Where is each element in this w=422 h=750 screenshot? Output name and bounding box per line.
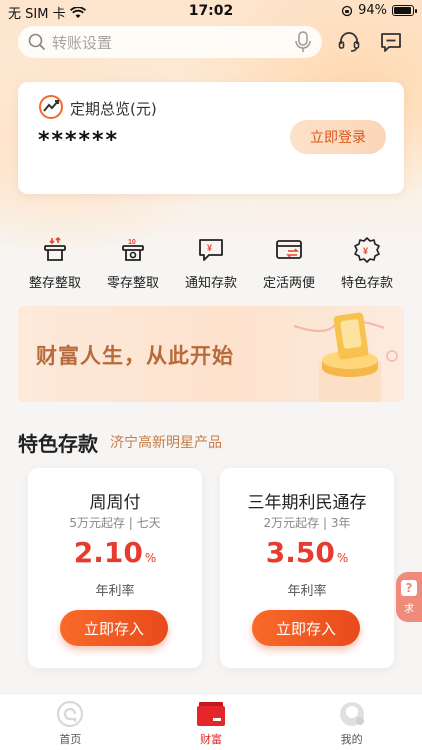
overview-title: 定期总览(元) <box>70 100 157 118</box>
svg-text:¥: ¥ <box>207 243 212 253</box>
status-bar: 无 SIM 卡 17:02 94% <box>0 0 422 24</box>
login-button[interactable]: 立即登录 <box>290 120 386 154</box>
rate-unit: % <box>144 551 157 565</box>
product-name: 三年期利民通存 <box>247 493 367 513</box>
battery-percent: 94% <box>358 3 387 18</box>
category-notice[interactable]: ¥ 通知存款 <box>174 236 248 291</box>
product-card[interactable]: 周周付 5万元起存 | 七天 2.10% 年利率 立即存入 <box>28 468 202 668</box>
floating-tab-label: 求 <box>404 603 414 615</box>
product-card[interactable]: 三年期利民通存 2万元起存 | 3年 3.50% 年利率 立即存入 <box>220 468 394 668</box>
category-featured[interactable]: ¥ 特色存款 <box>330 236 404 291</box>
category-installment[interactable]: 10 零存整取 <box>96 236 170 291</box>
battery-fill <box>394 7 411 14</box>
tab-label: 我的 <box>340 733 363 746</box>
search-placeholder: 转账设置 <box>52 33 113 52</box>
category-label: 定活两便 <box>262 276 315 291</box>
section-title: 特色存款 <box>18 432 98 456</box>
category-label: 零存整取 <box>106 276 159 291</box>
rate-value: 3.50 <box>265 536 335 569</box>
rate-label: 年利率 <box>95 584 135 599</box>
installment-deposit-icon: 10 <box>122 239 144 261</box>
category-label: 特色存款 <box>340 276 393 291</box>
category-flexible[interactable]: 定活两便 <box>252 236 326 291</box>
banner-text: 财富人生，从此开始 <box>36 344 234 368</box>
deposit-now-button[interactable]: 立即存入 <box>60 610 168 646</box>
tab-profile[interactable]: 我的 <box>281 694 422 750</box>
product-desc: 2万元起存 | 3年 <box>263 516 351 530</box>
rate-value: 2.10 <box>73 536 143 569</box>
tab-home[interactable]: 首页 <box>0 694 141 750</box>
rate-label: 年利率 <box>287 584 327 599</box>
svg-text:10: 10 <box>128 239 136 246</box>
svg-text:¥: ¥ <box>363 246 368 256</box>
flexible-deposit-icon <box>276 240 302 259</box>
rate-unit: % <box>336 551 349 565</box>
customer-service-icon[interactable] <box>336 29 362 55</box>
home-icon <box>57 700 84 728</box>
category-lump-sum[interactable]: 整存整取 <box>18 236 92 291</box>
overview-amount: ****** <box>38 128 120 153</box>
product-name: 周周付 <box>89 493 141 513</box>
search-bar[interactable]: 转账设置 <box>18 26 322 58</box>
category-label: 整存整取 <box>28 276 81 291</box>
product-rate: 3.50% <box>220 536 394 569</box>
floating-help-tab[interactable]: ? 求 <box>396 572 422 622</box>
gold-coin-illustration-icon <box>293 312 398 402</box>
product-rate: 2.10% <box>28 536 202 569</box>
lump-sum-deposit-icon <box>44 236 66 261</box>
message-icon[interactable] <box>378 29 404 55</box>
section-subtitle: 济宁高新明星产品 <box>110 435 222 451</box>
featured-deposit-icon: ¥ <box>354 237 380 263</box>
deposit-now-button[interactable]: 立即存入 <box>252 610 360 646</box>
promo-banner[interactable]: 财富人生，从此开始 <box>18 306 404 402</box>
orientation-lock-icon <box>341 5 353 16</box>
search-icon <box>28 33 46 51</box>
overview-logo-icon <box>39 95 63 119</box>
tab-wealth[interactable]: 财富 <box>141 694 282 750</box>
bottom-tab-bar: 首页 财富 我的 <box>0 693 422 750</box>
microphone-icon[interactable] <box>294 31 312 53</box>
battery-icon <box>392 5 417 16</box>
question-icon: ? <box>401 579 417 596</box>
tab-label: 首页 <box>59 733 82 746</box>
wealth-icon <box>197 702 225 726</box>
category-label: 通知存款 <box>184 276 237 291</box>
product-desc: 5万元起存 | 七天 <box>69 516 161 530</box>
notice-deposit-icon: ¥ <box>199 239 223 261</box>
profile-icon <box>339 702 364 726</box>
tab-label: 财富 <box>200 733 222 746</box>
deposit-overview-card: 定期总览(元) ****** 立即登录 <box>18 82 404 194</box>
deposit-category-row: 整存整取 10 零存整取 ¥ 通知存款 定活两便 ¥ 特色存款 <box>18 236 404 291</box>
